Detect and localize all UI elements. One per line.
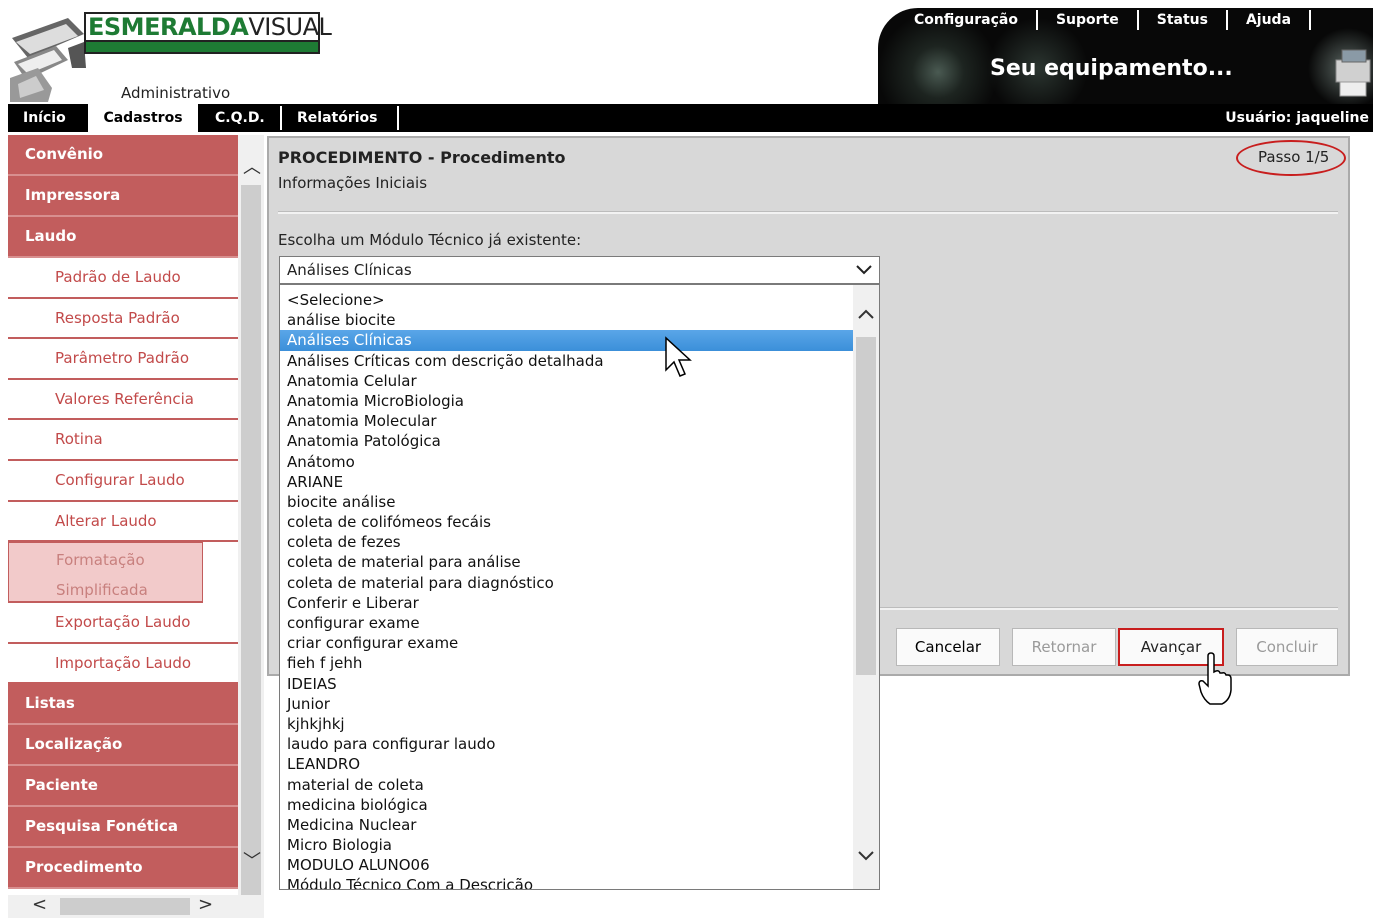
divider [278,211,1338,214]
sidebar-section-paciente[interactable]: Paciente [8,766,238,808]
list-item[interactable]: medicina biológica [280,795,854,815]
module-dropdown-list[interactable]: <Selecione> análise biocite Análises Clí… [279,284,880,890]
list-item[interactable]: IDEIAS [280,674,854,694]
sidebar-section-procedimento[interactable]: Procedimento [8,848,238,890]
sidebar-section-convenio[interactable]: Convênio [8,135,238,176]
list-item[interactable]: configurar exame [280,613,854,633]
list-item[interactable]: kjhkjhkj [280,714,854,734]
chevron-down-icon [856,265,872,275]
list-item[interactable]: Conferir e Liberar [280,593,854,613]
list-item[interactable]: ARIANE [280,472,854,492]
list-item[interactable]: material de coleta [280,775,854,795]
list-item[interactable]: <Selecione> [280,290,854,310]
scroll-down-icon[interactable]: ﹀ [243,847,261,873]
sidebar-section-impressora[interactable]: Impressora [8,176,238,217]
link-suporte[interactable]: Suporte [1038,10,1139,30]
scroll-thumb[interactable] [60,898,190,915]
sidebar-horizontal-scrollbar[interactable]: < > [8,894,264,918]
scroll-left-icon[interactable]: < [32,894,47,915]
sidebar-item-alterar-laudo[interactable]: Alterar Laudo [8,501,238,543]
user-label: Usuário: jaqueline [1225,110,1369,126]
scroll-right-icon[interactable]: > [198,894,213,915]
nav-cadastros[interactable]: Cadastros [88,104,198,132]
list-item[interactable]: MODULO ALUNO06 [280,855,854,875]
list-item[interactable]: Anatomia Celular [280,371,854,391]
nav-separator [397,106,399,130]
sidebar-section-listas[interactable]: Listas [8,684,238,726]
list-item[interactable]: coleta de fezes [280,532,854,552]
printer-icon [1335,49,1371,97]
sidebar-item-valores-referencia[interactable]: Valores Referência [8,379,238,421]
cancel-button[interactable]: Cancelar [896,628,1000,666]
sidebar-vertical-scrollbar[interactable]: ︿ ﹀ [238,135,264,905]
scroll-down-icon[interactable] [857,849,875,863]
list-item[interactable]: Junior [280,694,854,714]
list-item[interactable]: Módulo Técnico Com a Descrição [280,875,854,889]
module-select-label: Escolha um Módulo Técnico já existente: [278,231,582,249]
divider [880,607,1338,610]
list-item[interactable]: Micro Biologia [280,835,854,855]
list-item[interactable]: análise biocite [280,310,854,330]
list-item[interactable]: LEANDRO [280,754,854,774]
sidebar-item-importacao-laudo[interactable]: Importação Laudo [8,643,238,685]
scroll-up-icon[interactable]: ︿ [243,153,261,179]
list-item[interactable]: Anatomia MicroBiologia [280,391,854,411]
link-configuracao[interactable]: Configuração [896,10,1038,30]
logo-strip [84,42,320,54]
scroll-thumb[interactable] [856,337,876,675]
page-title: PROCEDIMENTO - Procedimento [278,148,566,167]
list-item-highlighted[interactable]: Análises Clínicas [280,330,854,351]
sidebar-item-formatacao-simplificada[interactable]: Formatação Simplificada [8,542,203,604]
sidebar-item-parametro-padrao[interactable]: Parâmetro Padrão [8,339,238,380]
logo-main-text: ESMERALDA [88,13,249,41]
link-status[interactable]: Status [1139,10,1228,30]
list-item[interactable]: Anatomia Patológica [280,431,854,451]
hand-cursor-icon [1198,652,1232,705]
list-item[interactable]: coleta de colifómeos fecáis [280,512,854,532]
page-subtitle: Informações Iniciais [278,174,428,192]
list-item[interactable]: criar configurar exame [280,633,854,653]
nav-inicio[interactable]: Início [15,104,89,132]
finish-button[interactable]: Concluir [1236,628,1338,666]
sidebar-section-pesquisa-fonetica[interactable]: Pesquisa Fonética [8,807,238,849]
list-item[interactable]: Anátomo [280,452,854,472]
nav-cqd[interactable]: C.Q.D. [215,104,285,132]
header: ESMERALDAVISUAL Administrativo Configura… [0,0,1373,104]
banner-text: Seu equipamento... [990,56,1233,81]
sidebar-item-exportacao-laudo[interactable]: Exportação Laudo [8,603,238,644]
list-item[interactable]: Medicina Nuclear [280,815,854,835]
link-ajuda[interactable]: Ajuda [1228,10,1312,30]
list-item[interactable]: coleta de material para análise [280,552,854,572]
list-item[interactable]: Anatomia Molecular [280,411,854,431]
list-item[interactable]: coleta de material para diagnóstico [280,573,854,593]
module-select-value: Análises Clínicas [287,261,412,279]
logo-sub-text: VISUAL [248,13,332,41]
dropdown-scrollbar[interactable] [853,285,879,889]
list-item[interactable]: biocite análise [280,492,854,512]
nav-relatorios[interactable]: Relatórios [297,104,397,132]
sidebar-item-resposta-padrao[interactable]: Resposta Padrão [8,298,238,340]
sidebar-item-rotina[interactable]: Rotina [8,420,238,461]
main-nav: Início Cadastros C.Q.D. Relatórios Usuár… [8,104,1373,132]
list-item[interactable]: laudo para configurar laudo [280,734,854,754]
sidebar: Convênio Impressora Laudo Padrão de Laud… [8,135,238,895]
back-button[interactable]: Retornar [1012,628,1116,666]
sidebar-section-localizacao[interactable]: Localização [8,725,238,767]
sidebar-section-laudo[interactable]: Laudo [8,217,238,258]
nav-separator [280,106,282,130]
scroll-up-icon[interactable] [857,307,875,321]
logo-wordmark: ESMERALDAVISUAL [84,12,332,42]
scroll-thumb[interactable] [241,185,261,905]
sidebar-item-configurar-laudo[interactable]: Configurar Laudo [8,460,238,502]
step-annotation-circle [1236,140,1346,176]
list-item[interactable]: fieh f jehh [280,653,854,673]
logo-hand-graphic-icon [8,8,86,102]
sidebar-item-padrao-de-laudo[interactable]: Padrão de Laudo [8,258,238,299]
arrow-cursor-icon [665,336,692,377]
list-item[interactable]: Análises Críticas com descrição detalhad… [280,351,854,371]
module-select[interactable]: Análises Clínicas [279,256,880,284]
section-label: Administrativo [121,84,231,102]
top-links: Configuração Suporte Status Ajuda [896,10,1312,30]
